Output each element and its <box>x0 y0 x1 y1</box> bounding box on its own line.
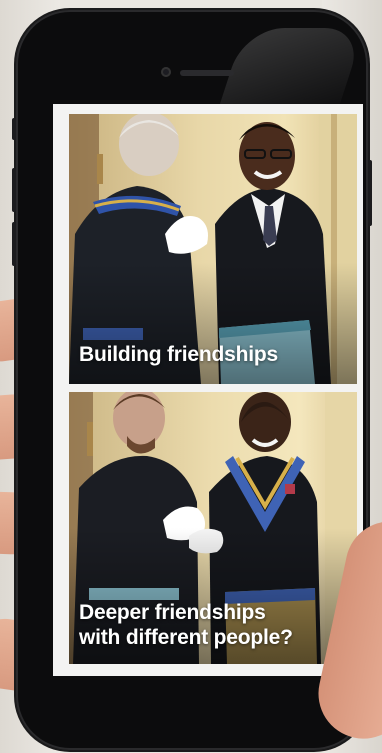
volume-up-button <box>12 168 16 212</box>
photo-card-deeper-friendships[interactable]: Deeper friendships with different people… <box>69 392 357 664</box>
earpiece-speaker <box>180 70 234 76</box>
power-button <box>368 160 372 226</box>
caption-line-1: Deeper friendships <box>79 601 266 624</box>
slide-caption: Deeper friendships with different people… <box>79 600 351 650</box>
phone-screen: Building friendships Deeper friendships … <box>53 104 363 676</box>
slide-caption: Building friendships <box>79 343 278 366</box>
caption-line-2: with different people? <box>79 626 293 649</box>
mute-switch <box>12 118 16 140</box>
front-camera <box>161 67 171 77</box>
smartphone: Building friendships Deeper friendships … <box>16 10 368 750</box>
volume-down-button <box>12 222 16 266</box>
photo-card-building-friendships[interactable]: Building friendships <box>69 114 357 384</box>
